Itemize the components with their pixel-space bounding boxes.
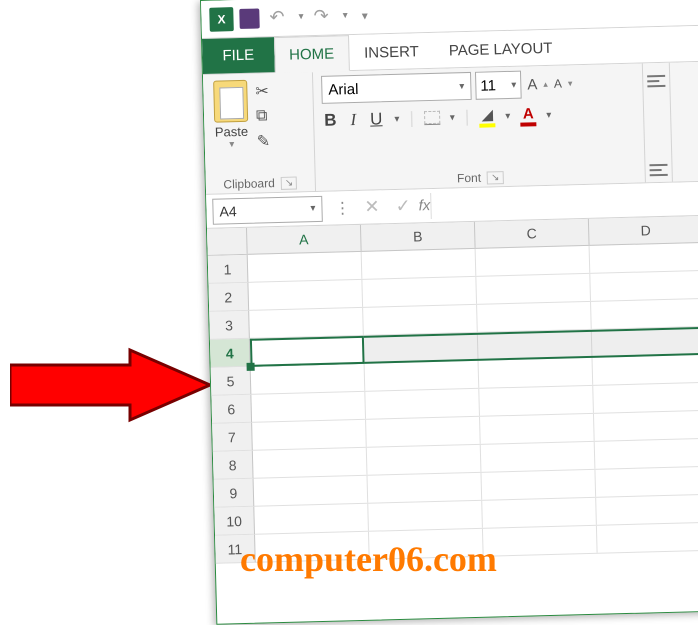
excel-app-icon[interactable]: X [209, 7, 234, 32]
copy-icon[interactable]: ⧉ [256, 107, 270, 125]
fill-color-button[interactable]: ◢ [479, 105, 496, 127]
fill-color-dd-icon[interactable]: ▾ [505, 110, 510, 121]
align-left-icon-2[interactable] [649, 164, 667, 176]
tab-file[interactable]: FILE [202, 37, 275, 74]
worksheet-grid[interactable]: A B C D 1 2 3 4 5 6 7 8 9 10 11 [207, 216, 698, 564]
name-box[interactable]: A4 ▾ [212, 195, 323, 224]
format-painter-icon[interactable]: ✎ [256, 131, 270, 151]
font-name-select[interactable]: Arial ▾ [321, 72, 472, 104]
font-group-label: Font [457, 171, 481, 186]
group-clipboard: Paste ▾ ✂ ⧉ ✎ Clipboard ↘ [203, 72, 316, 194]
group-alignment [643, 63, 673, 183]
clipboard-dialog-launcher-icon[interactable]: ↘ [281, 176, 298, 189]
font-dialog-launcher-icon[interactable]: ↘ [487, 171, 504, 184]
excel-window: X ↶ ▾ ↷ ▾ ▾ FILE HOME INSERT PAGE LAYOUT… [200, 0, 698, 625]
font-name-value: Arial [328, 80, 358, 98]
paste-label: Paste [215, 124, 249, 140]
italic-button[interactable]: I [348, 110, 358, 130]
font-color-dd-icon[interactable]: ▾ [546, 109, 551, 120]
font-color-swatch [520, 122, 536, 126]
font-size-select[interactable]: 11 ▾ [475, 71, 522, 100]
row-header-2[interactable]: 2 [208, 283, 249, 312]
row-header-3[interactable]: 3 [209, 311, 250, 340]
paste-button[interactable]: Paste ▾ [211, 78, 251, 153]
font-size-value: 11 [480, 77, 496, 94]
formula-input[interactable] [430, 185, 698, 218]
row-header-11[interactable]: 11 [215, 535, 256, 564]
bucket-icon: ◢ [481, 105, 493, 123]
row-header-10[interactable]: 10 [214, 507, 255, 536]
cells-area[interactable] [248, 243, 698, 563]
undo-dropdown-icon[interactable]: ▾ [298, 11, 303, 22]
ribbon-area: Paste ▾ ✂ ⧉ ✎ Clipboard ↘ Arial [203, 62, 698, 195]
name-box-dd-icon[interactable]: ▾ [310, 203, 315, 214]
red-arrow-annotation [10, 345, 210, 425]
borders-dd-icon[interactable]: ▾ [450, 112, 455, 123]
row-header-1[interactable]: 1 [208, 255, 249, 284]
font-name-dropdown-icon[interactable]: ▾ [459, 81, 464, 92]
cancel-formula-icon[interactable]: ✕ [364, 196, 380, 217]
col-header-C[interactable]: C [475, 219, 590, 248]
fb-separator: ⋮ [334, 198, 351, 218]
bold-button[interactable]: B [322, 110, 339, 130]
paste-icon [213, 80, 248, 123]
tab-home[interactable]: HOME [274, 35, 350, 73]
select-all-corner[interactable] [207, 228, 248, 255]
row-header-6[interactable]: 6 [211, 395, 252, 424]
font-size-dropdown-icon[interactable]: ▾ [511, 79, 516, 90]
row-header-8[interactable]: 8 [213, 451, 254, 480]
row-header-5[interactable]: 5 [211, 367, 252, 396]
fill-color-swatch [479, 123, 495, 127]
decrease-font-icon[interactable]: A [552, 77, 564, 91]
group-font: Arial ▾ 11 ▾ A ▴ A ▾ B I U ▾ [313, 63, 646, 191]
col-header-A[interactable]: A [247, 225, 362, 254]
redo-icon[interactable]: ↷ [309, 6, 333, 28]
row-header-7[interactable]: 7 [212, 423, 253, 452]
underline-button[interactable]: U [368, 109, 385, 129]
undo-icon[interactable]: ↶ [265, 7, 289, 29]
customize-qat-icon[interactable]: ▾ [362, 8, 368, 22]
tab-page-layout[interactable]: PAGE LAYOUT [433, 29, 568, 67]
enter-formula-icon[interactable]: ✓ [395, 196, 411, 217]
paste-dropdown-icon[interactable]: ▾ [229, 139, 234, 150]
save-icon[interactable] [239, 8, 260, 29]
col-header-D[interactable]: D [589, 216, 698, 245]
font-color-A: A [523, 105, 534, 122]
fx-icon[interactable]: fx [418, 197, 430, 214]
row-header-4[interactable]: 4 [210, 339, 251, 368]
underline-dd-icon[interactable]: ▾ [394, 113, 399, 124]
font-color-button[interactable]: A [520, 105, 537, 126]
cut-icon[interactable]: ✂ [255, 81, 269, 101]
row-header-9[interactable]: 9 [214, 479, 255, 508]
clipboard-group-label: Clipboard [223, 176, 275, 191]
increase-font-icon[interactable]: A [525, 76, 539, 93]
tab-insert[interactable]: INSERT [349, 33, 435, 70]
align-left-icon[interactable] [647, 75, 665, 87]
col-header-B[interactable]: B [361, 222, 476, 251]
redo-dropdown-icon[interactable]: ▾ [343, 10, 348, 21]
borders-button[interactable] [424, 111, 440, 125]
name-box-value: A4 [219, 203, 237, 219]
